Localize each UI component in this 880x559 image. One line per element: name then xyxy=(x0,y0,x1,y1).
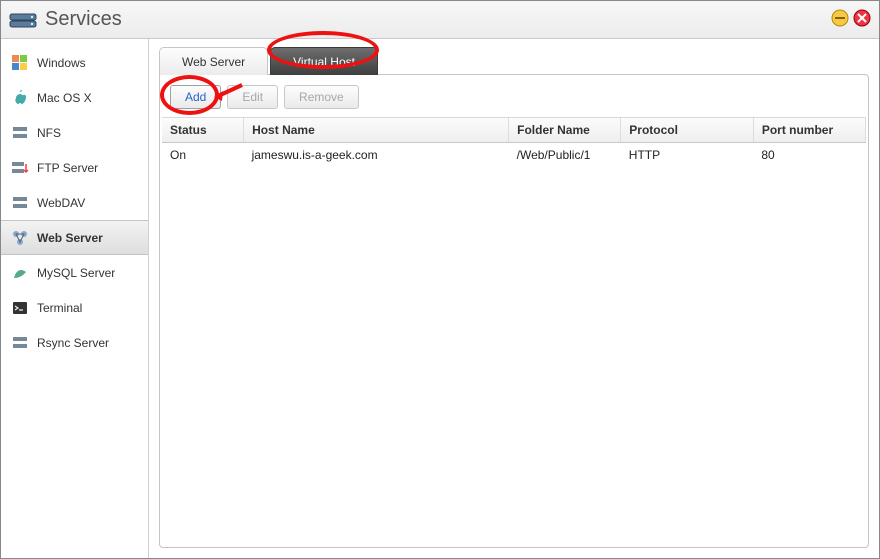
services-window: Services Windows Mac OS X xyxy=(0,0,880,559)
sidebar-item-mysql[interactable]: MySQL Server xyxy=(1,255,148,290)
sidebar-item-rsync[interactable]: Rsync Server xyxy=(1,325,148,360)
col-header-foldername[interactable]: Folder Name xyxy=(509,118,621,143)
cell-status: On xyxy=(162,143,244,168)
table-row[interactable]: On jameswu.is-a-geek.com /Web/Public/1 H… xyxy=(162,143,866,168)
virtual-host-table: Status Host Name Folder Name Protocol Po… xyxy=(162,118,866,168)
sidebar-item-webserver[interactable]: Web Server xyxy=(1,220,148,255)
col-header-hostname[interactable]: Host Name xyxy=(244,118,509,143)
webserver-icon xyxy=(9,228,31,248)
windows-icon xyxy=(9,53,31,73)
terminal-icon xyxy=(9,298,31,318)
sidebar-item-windows[interactable]: Windows xyxy=(1,45,148,80)
col-header-status[interactable]: Status xyxy=(162,118,244,143)
button-label: Edit xyxy=(242,90,263,104)
close-button[interactable] xyxy=(853,9,871,30)
col-header-protocol[interactable]: Protocol xyxy=(621,118,754,143)
tab-virtual-host[interactable]: Virtual Host xyxy=(270,47,378,75)
sidebar-item-label: Web Server xyxy=(37,231,103,245)
button-label: Remove xyxy=(299,90,344,104)
sidebar-item-webdav[interactable]: WebDAV xyxy=(1,185,148,220)
add-button[interactable]: Add xyxy=(170,85,221,109)
sidebar-item-label: WebDAV xyxy=(37,196,85,210)
tab-label: Virtual Host xyxy=(293,55,355,69)
sidebar-item-ftp[interactable]: FTP Server xyxy=(1,150,148,185)
virtual-host-table-wrap: Status Host Name Folder Name Protocol Po… xyxy=(162,117,866,545)
window-title: Services xyxy=(45,8,827,31)
table-header-row: Status Host Name Folder Name Protocol Po… xyxy=(162,118,866,143)
rsync-icon xyxy=(9,333,31,353)
minimize-button[interactable] xyxy=(831,9,849,30)
cell-hostname: jameswu.is-a-geek.com xyxy=(244,143,509,168)
sidebar-item-label: Terminal xyxy=(37,301,82,315)
sidebar-item-label: Rsync Server xyxy=(37,336,109,350)
tab-content: Add Edit Remove xyxy=(159,74,869,548)
button-label: Add xyxy=(185,90,206,104)
edit-button[interactable]: Edit xyxy=(227,85,278,109)
sidebar-item-label: Mac OS X xyxy=(37,91,92,105)
apple-icon xyxy=(9,88,31,108)
sidebar-item-macosx[interactable]: Mac OS X xyxy=(1,80,148,115)
cell-portnumber: 80 xyxy=(753,143,865,168)
toolbar: Add Edit Remove xyxy=(160,75,868,117)
col-header-portnumber[interactable]: Port number xyxy=(753,118,865,143)
sidebar-item-label: Windows xyxy=(37,56,86,70)
services-icon xyxy=(9,8,39,32)
tabbar: Web Server Virtual Host xyxy=(159,47,869,75)
mysql-icon xyxy=(9,263,31,283)
titlebar: Services xyxy=(1,1,879,39)
tab-label: Web Server xyxy=(182,55,245,69)
cell-foldername: /Web/Public/1 xyxy=(509,143,621,168)
remove-button[interactable]: Remove xyxy=(284,85,359,109)
sidebar-item-terminal[interactable]: Terminal xyxy=(1,290,148,325)
sidebar: Windows Mac OS X NFS FTP Server xyxy=(1,39,149,558)
cell-protocol: HTTP xyxy=(621,143,754,168)
sidebar-item-label: MySQL Server xyxy=(37,266,115,280)
main-panel: Web Server Virtual Host Add xyxy=(149,39,879,558)
sidebar-item-label: FTP Server xyxy=(37,161,98,175)
sidebar-item-label: NFS xyxy=(37,126,61,140)
tab-web-server[interactable]: Web Server xyxy=(159,47,268,75)
body-area: Windows Mac OS X NFS FTP Server xyxy=(1,39,879,558)
nfs-icon xyxy=(9,123,31,143)
webdav-icon xyxy=(9,193,31,213)
sidebar-item-nfs[interactable]: NFS xyxy=(1,115,148,150)
ftp-icon xyxy=(9,158,31,178)
